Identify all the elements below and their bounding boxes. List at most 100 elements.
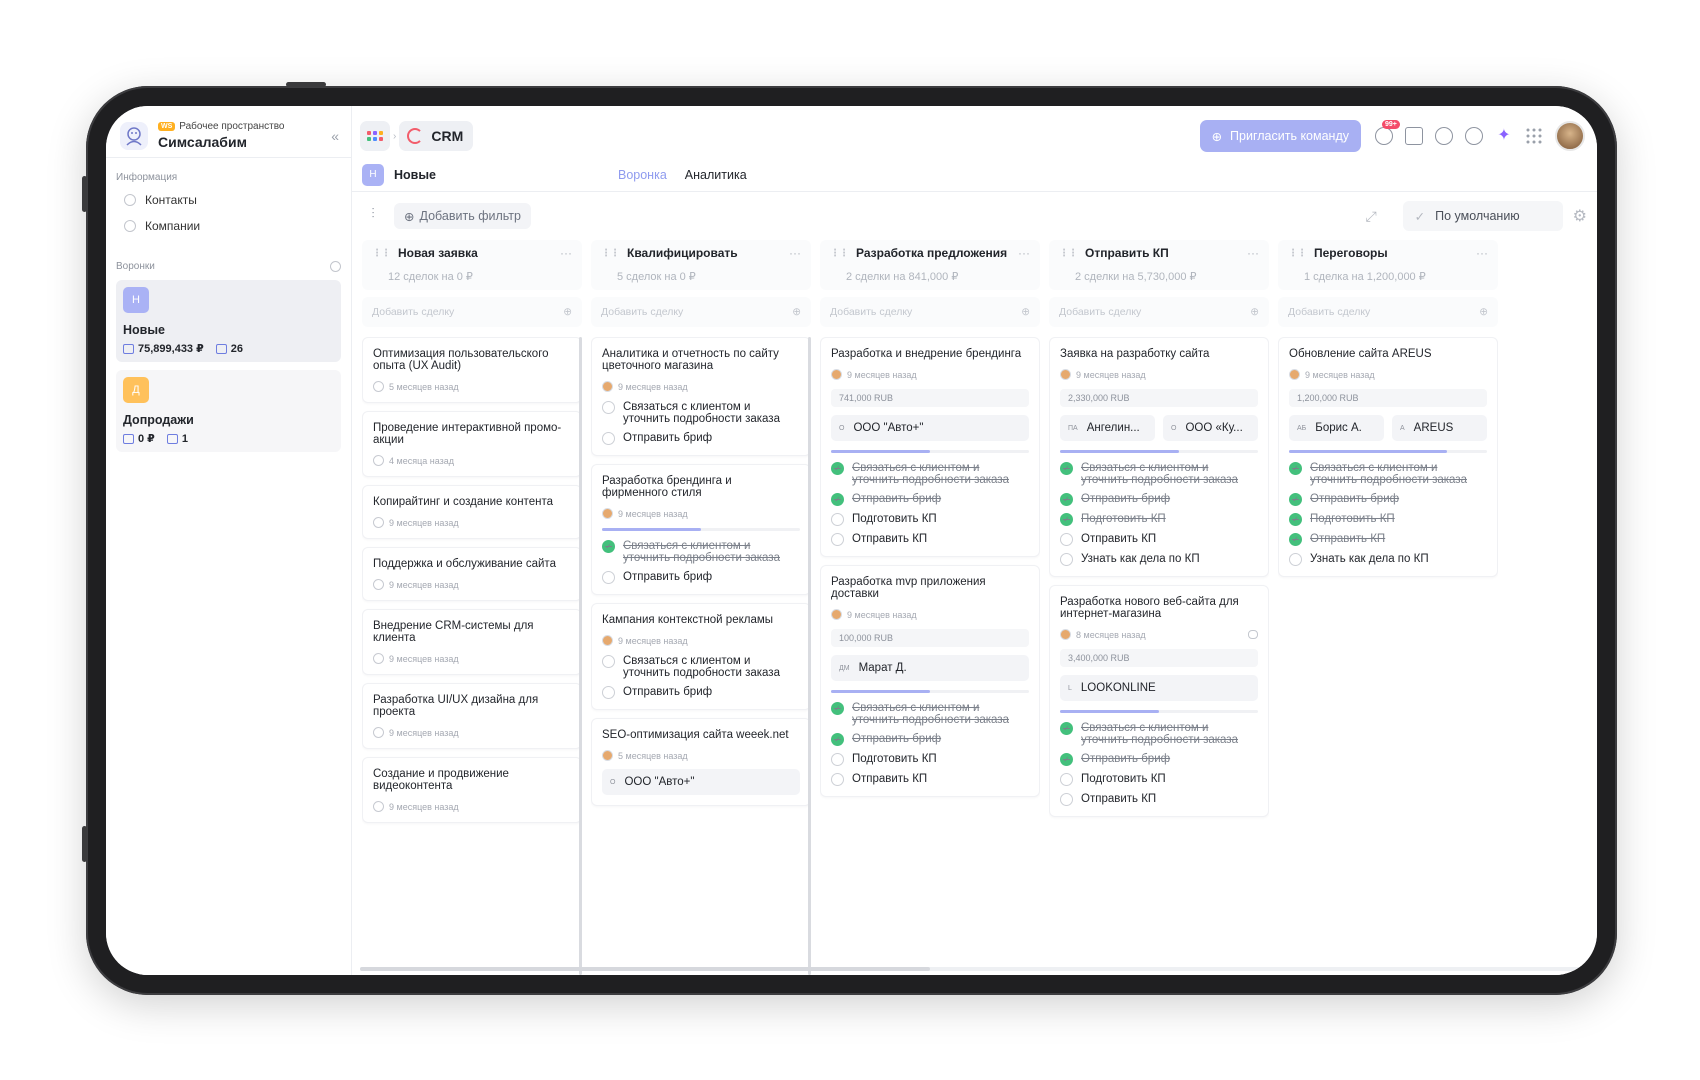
grid-menu-icon[interactable] [1525,127,1543,145]
task-item[interactable]: Отправить бриф [602,571,800,584]
board-horizontal-scrollbar[interactable] [360,967,1588,971]
column-header[interactable]: ⋮⋮ Квалифицировать ··· 5 сделок на 0 ₽ [591,240,811,290]
task-checkbox[interactable] [1289,553,1302,566]
deal-card[interactable]: Поддержка и обслуживание сайта 9 месяцев … [362,547,582,601]
collapse-sidebar-icon[interactable]: « [331,128,339,144]
search-icon[interactable] [1465,127,1483,145]
task-item[interactable]: ✓ Подготовить КП [1060,513,1258,526]
contact-chip[interactable]: АБ Борис А. [1289,415,1384,441]
task-checkbox[interactable]: ✓ [1060,462,1073,475]
responsible-avatar[interactable] [831,609,842,620]
tab-analytics[interactable]: Аналитика [685,168,747,182]
contact-chip[interactable]: О ООО "Авто+" [831,415,1029,441]
task-checkbox[interactable] [1060,793,1073,806]
sidebar-item-companies[interactable]: Компании [106,213,351,239]
task-checkbox[interactable]: ✓ [602,540,615,553]
more-options-icon[interactable]: ··· [560,246,572,260]
deal-card[interactable]: Кампания контекстной рекламы 9 месяцев на… [591,603,811,710]
invite-team-button[interactable]: ⊕ Пригласить команду [1199,120,1361,152]
task-item[interactable]: ✓ Связаться с клиентом и уточнить подробн… [1060,722,1258,746]
task-checkbox[interactable] [831,533,844,546]
task-item[interactable]: ✓ Отправить КП [1289,533,1487,546]
task-item[interactable]: Отправить КП [831,533,1029,546]
task-item[interactable]: ✓ Связаться с клиентом и уточнить подробн… [831,702,1029,726]
deal-card[interactable]: Разработка mvp приложения доставки 9 меся… [820,565,1040,797]
task-item[interactable]: ✓ Отправить бриф [1060,753,1258,766]
deal-card[interactable]: Аналитика и отчетность по сайту цветочно… [591,337,811,456]
deal-card[interactable]: Внедрение CRM-системы для клиента 9 месяц… [362,609,582,675]
deal-card[interactable]: Создание и продвижение видеоконтента 9 ме… [362,757,582,823]
more-options-icon[interactable]: ··· [1247,246,1259,260]
crm-breadcrumb-button[interactable]: CRM [399,121,474,151]
column-header[interactable]: ⋮⋮ Новая заявка ··· 12 сделок на 0 ₽ [362,240,582,290]
deal-card[interactable]: Разработка нового веб-сайта для интернет… [1049,585,1269,817]
task-item[interactable]: ✓ Отправить бриф [1060,493,1258,506]
task-checkbox[interactable] [1060,553,1073,566]
task-item[interactable]: Отправить КП [1060,533,1258,546]
scrollbar-thumb[interactable] [360,967,930,971]
add-deal-button[interactable]: Добавить сделку ⊕ [1278,297,1498,327]
task-checkbox[interactable] [602,401,615,414]
responsible-avatar[interactable] [602,381,613,392]
task-item[interactable]: Подготовить КП [831,753,1029,766]
task-item[interactable]: Отправить бриф [602,432,800,445]
drag-handle-icon[interactable]: ⋮⋮ [372,248,391,259]
comment-icon[interactable] [1248,630,1258,639]
more-options-icon[interactable]: ··· [789,246,801,260]
ai-sparkle-icon[interactable]: ✦ [1495,127,1513,145]
task-item[interactable]: Подготовить КП [831,513,1029,526]
task-checkbox[interactable] [831,753,844,766]
help-icon[interactable] [1435,127,1453,145]
task-item[interactable]: Подготовить КП [1060,773,1258,786]
add-deal-button[interactable]: Добавить сделку ⊕ [1049,297,1269,327]
task-item[interactable]: Связаться с клиентом и уточнить подробно… [602,401,800,425]
task-item[interactable]: ✓ Связаться с клиентом и уточнить подробн… [831,462,1029,486]
task-checkbox[interactable] [602,686,615,699]
more-options-icon[interactable]: ··· [1018,246,1030,260]
task-checkbox[interactable] [602,432,615,445]
task-item[interactable]: Отправить КП [1060,793,1258,806]
task-checkbox[interactable]: ✓ [1060,513,1073,526]
task-checkbox[interactable] [1060,533,1073,546]
task-checkbox[interactable]: ✓ [1060,493,1073,506]
contact-chip[interactable]: L LOOKONLINE [1060,675,1258,701]
task-item[interactable]: Отправить бриф [602,686,800,699]
funnel-item[interactable]: Н Новые 75,899,433 ₽ 26 [116,280,341,362]
add-funnel-icon[interactable] [330,261,341,272]
apps-button[interactable] [360,121,390,151]
deal-card[interactable]: Разработка UI/UX дизайна для проекта 9 ме… [362,683,582,749]
responsible-avatar[interactable] [1060,369,1071,380]
task-checkbox[interactable]: ✓ [1060,722,1073,735]
add-deal-button[interactable]: Добавить сделку ⊕ [362,297,582,327]
column-header[interactable]: ⋮⋮ Отправить КП ··· 2 сделки на 5,730,000 ₽ [1049,240,1269,290]
responsible-avatar[interactable] [373,381,384,392]
filter-settings-icon[interactable]: ⫶ [362,205,384,227]
responsible-avatar[interactable] [373,727,384,738]
contact-chip[interactable]: О ООО "Авто+" [602,769,800,795]
bell-icon[interactable]: 99+ [1375,120,1400,145]
task-item[interactable]: ✓ Связаться с клиентом и уточнить подробн… [602,540,800,564]
gear-icon[interactable]: ⚙ [1573,206,1587,226]
drag-handle-icon[interactable]: ⋮⋮ [1288,248,1307,259]
task-checkbox[interactable]: ✓ [1289,513,1302,526]
task-checkbox[interactable]: ✓ [1289,493,1302,506]
task-checkbox[interactable] [1060,773,1073,786]
responsible-avatar[interactable] [1060,629,1071,640]
drag-handle-icon[interactable]: ⋮⋮ [601,248,620,259]
task-item[interactable]: Отправить КП [831,773,1029,786]
responsible-avatar[interactable] [373,801,384,812]
add-filter-button[interactable]: ⊕ Добавить фильтр [394,203,531,229]
task-item[interactable]: ✓ Отправить бриф [831,733,1029,746]
deal-card[interactable]: Оптимизация пользовательского опыта (UX … [362,337,582,403]
contact-chip[interactable]: О ООО «Ку... [1163,415,1258,441]
task-checkbox[interactable] [602,655,615,668]
responsible-avatar[interactable] [373,653,384,664]
responsible-avatar[interactable] [602,508,613,519]
contact-chip[interactable]: ДМ Марат Д. [831,655,1029,681]
drag-handle-icon[interactable]: ⋮⋮ [830,248,849,259]
task-item[interactable]: ✓ Связаться с клиентом и уточнить подробн… [1289,462,1487,486]
column-scrollbar[interactable] [579,337,582,975]
task-item[interactable]: Узнать как дела по КП [1289,553,1487,566]
task-checkbox[interactable]: ✓ [1060,753,1073,766]
task-checkbox[interactable]: ✓ [1289,462,1302,475]
